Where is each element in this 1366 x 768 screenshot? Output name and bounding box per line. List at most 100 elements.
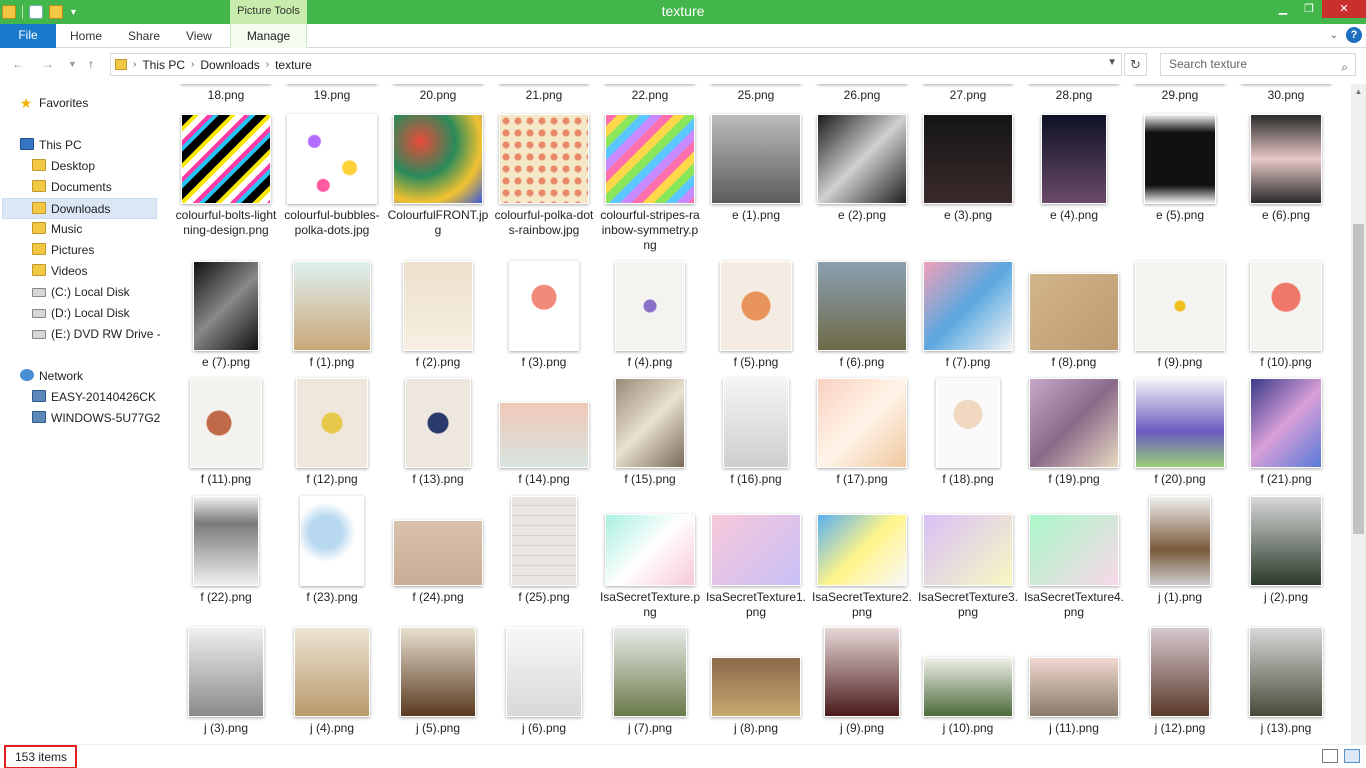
- maximize-button[interactable]: ❐: [1296, 0, 1322, 18]
- file-item[interactable]: colourful-bubbles-polka-dots.jpg: [279, 112, 385, 238]
- close-button[interactable]: ✕: [1322, 0, 1366, 18]
- file-item[interactable]: 28.png: [1021, 84, 1127, 103]
- file-item[interactable]: j (1).png: [1127, 494, 1233, 605]
- file-item[interactable]: f (6).png: [809, 259, 915, 370]
- file-item[interactable]: 19.png: [279, 84, 385, 103]
- file-item[interactable]: f (1).png: [279, 259, 385, 370]
- file-item[interactable]: f (14).png: [491, 376, 597, 487]
- nav-downloads[interactable]: Downloads: [2, 198, 157, 219]
- file-item[interactable]: 26.png: [809, 84, 915, 103]
- nav-music[interactable]: Music: [32, 219, 160, 240]
- up-icon[interactable]: ↑: [88, 57, 94, 71]
- address-bar[interactable]: › This PC › Downloads › texture ▼: [110, 53, 1122, 76]
- chevron-down-icon[interactable]: ▼: [1107, 57, 1117, 68]
- nav-e-dvd-drive[interactable]: (E:) DVD RW Drive -: [32, 324, 160, 345]
- file-item[interactable]: j (3).png: [173, 625, 279, 736]
- file-item[interactable]: e (1).png: [703, 112, 809, 223]
- nav-this-pc[interactable]: This PC: [20, 135, 160, 156]
- recent-locations-icon[interactable]: ▼: [68, 59, 77, 69]
- file-item[interactable]: e (6).png: [1233, 112, 1339, 223]
- vertical-scrollbar[interactable]: ▲: [1351, 84, 1366, 744]
- scroll-up-icon[interactable]: ▲: [1351, 84, 1366, 100]
- file-item[interactable]: e (7).png: [173, 259, 279, 370]
- file-item[interactable]: ColourfulFRONT.jpg: [385, 112, 491, 238]
- file-item[interactable]: f (12).png: [279, 376, 385, 487]
- tab-home[interactable]: Home: [70, 24, 102, 48]
- file-item[interactable]: f (25).png: [491, 494, 597, 605]
- file-item[interactable]: f (13).png: [385, 376, 491, 487]
- file-item[interactable]: 18.png: [173, 84, 279, 103]
- chevron-right-icon[interactable]: ›: [189, 59, 196, 70]
- breadcrumb-this-pc[interactable]: This PC: [138, 58, 189, 72]
- file-item[interactable]: IsaSecretTexture4.png: [1021, 494, 1127, 620]
- nav-network-computer[interactable]: EASY-20140426CK: [32, 387, 160, 408]
- file-item[interactable]: f (20).png: [1127, 376, 1233, 487]
- large-icons-view-icon[interactable]: [1344, 749, 1360, 763]
- file-item[interactable]: e (2).png: [809, 112, 915, 223]
- back-icon[interactable]: ←: [12, 57, 24, 71]
- chevron-right-icon[interactable]: ›: [131, 59, 138, 70]
- details-view-icon[interactable]: [1322, 749, 1338, 763]
- file-item[interactable]: f (18).png: [915, 376, 1021, 487]
- breadcrumb-downloads[interactable]: Downloads: [196, 58, 263, 72]
- file-item[interactable]: j (2).png: [1233, 494, 1339, 605]
- search-input[interactable]: Search texture ⌕: [1160, 53, 1356, 76]
- tab-file[interactable]: File: [0, 24, 56, 48]
- file-item[interactable]: IsaSecretTexture1.png: [703, 494, 809, 620]
- file-item[interactable]: f (9).png: [1127, 259, 1233, 370]
- help-icon[interactable]: ?: [1346, 27, 1362, 43]
- file-item[interactable]: j (7).png: [597, 625, 703, 736]
- tab-view[interactable]: View: [186, 24, 212, 48]
- file-item[interactable]: j (8).png: [703, 625, 809, 736]
- file-item[interactable]: j (12).png: [1127, 625, 1233, 736]
- file-item[interactable]: 25.png: [703, 84, 809, 103]
- file-item[interactable]: IsaSecretTexture3.png: [915, 494, 1021, 620]
- file-item[interactable]: f (24).png: [385, 494, 491, 605]
- file-item[interactable]: f (23).png: [279, 494, 385, 605]
- file-item[interactable]: j (10).png: [915, 625, 1021, 736]
- file-item[interactable]: f (22).png: [173, 494, 279, 605]
- file-item[interactable]: f (11).png: [173, 376, 279, 487]
- file-item[interactable]: f (8).png: [1021, 259, 1127, 370]
- breadcrumb-texture[interactable]: texture: [271, 58, 316, 72]
- file-item[interactable]: f (16).png: [703, 376, 809, 487]
- nav-network[interactable]: Network: [20, 366, 160, 387]
- file-item[interactable]: j (6).png: [491, 625, 597, 736]
- file-item[interactable]: IsaSecretTexture2.png: [809, 494, 915, 620]
- file-item[interactable]: f (10).png: [1233, 259, 1339, 370]
- file-item[interactable]: j (5).png: [385, 625, 491, 736]
- forward-icon[interactable]: →: [42, 57, 54, 71]
- file-item[interactable]: e (5).png: [1127, 112, 1233, 223]
- chevron-right-icon[interactable]: ›: [264, 59, 271, 70]
- file-item[interactable]: f (7).png: [915, 259, 1021, 370]
- refresh-button[interactable]: ↻: [1124, 53, 1147, 76]
- nav-pictures[interactable]: Pictures: [32, 240, 160, 261]
- file-item[interactable]: f (15).png: [597, 376, 703, 487]
- file-item[interactable]: f (2).png: [385, 259, 491, 370]
- scroll-thumb[interactable]: [1353, 224, 1364, 534]
- minimize-button[interactable]: ▁: [1270, 0, 1296, 18]
- nav-documents[interactable]: Documents: [32, 177, 160, 198]
- nav-d-drive[interactable]: (D:) Local Disk: [32, 303, 160, 324]
- file-item[interactable]: colourful-polka-dots-rainbow.jpg: [491, 112, 597, 238]
- file-item[interactable]: 22.png: [597, 84, 703, 103]
- nav-desktop[interactable]: Desktop: [32, 156, 160, 177]
- file-item[interactable]: 27.png: [915, 84, 1021, 103]
- nav-favorites[interactable]: ★ Favorites: [18, 93, 158, 114]
- expand-ribbon-icon[interactable]: ⌄: [1330, 30, 1338, 41]
- file-item[interactable]: f (21).png: [1233, 376, 1339, 487]
- file-item[interactable]: j (4).png: [279, 625, 385, 736]
- file-item[interactable]: f (5).png: [703, 259, 809, 370]
- file-item[interactable]: e (3).png: [915, 112, 1021, 223]
- file-item[interactable]: j (11).png: [1021, 625, 1127, 736]
- file-item[interactable]: 20.png: [385, 84, 491, 103]
- file-item[interactable]: 21.png: [491, 84, 597, 103]
- nav-network-computer[interactable]: WINDOWS-5U77G27: [32, 408, 160, 429]
- file-item[interactable]: 29.png: [1127, 84, 1233, 103]
- tab-share[interactable]: Share: [128, 24, 160, 48]
- file-item[interactable]: colourful-stripes-rainbow-symmetry.png: [597, 112, 703, 253]
- file-item[interactable]: j (9).png: [809, 625, 915, 736]
- file-item[interactable]: f (4).png: [597, 259, 703, 370]
- file-item[interactable]: colourful-bolts-lightning-design.png: [173, 112, 279, 238]
- file-item[interactable]: j (13).png: [1233, 625, 1339, 736]
